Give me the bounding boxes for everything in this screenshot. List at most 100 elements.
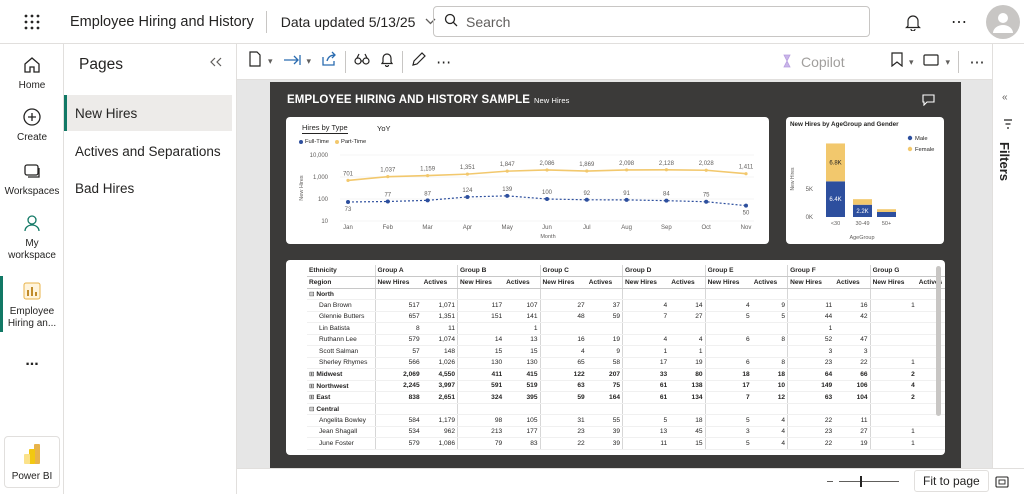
matrix-row[interactable]: Glennie Butters 657 1,351 151 141 48 59 7 27 5 5 44… [307,311,945,323]
matrix-cell-new-hires: 4 [622,299,670,312]
matrix-row[interactable]: Jean Shagall5349622131772339134534232712 [307,426,945,438]
matrix-cell-actives: 962 [421,426,458,438]
x-tick-label: Jun [542,225,552,231]
edit-button[interactable] [406,44,431,80]
fit-page-icon[interactable] [995,475,1009,493]
fit-to-page-button[interactable]: Fit to page [914,470,989,492]
matrix-header-actives: Actives [586,276,623,289]
matrix-row[interactable]: Ruthann Lee 579 1,074 14 13 16 19 4 4 6 8 52 47 [307,334,945,346]
rail-item-workspaces[interactable]: Workspaces [0,158,64,198]
zoom-slider-thumb[interactable] [860,476,862,487]
matrix-header-actives: Actives [751,276,788,289]
matrix-cell-new-hires: 63 [539,380,587,392]
comment-icon[interactable] [922,93,935,111]
view-button[interactable]: ▾ [918,44,955,80]
file-menu-button[interactable]: ▾ [243,44,278,80]
matrix-row[interactable]: Dan Brown5171,071117107273741449111612 [307,299,945,312]
data-point-part-time [545,168,549,172]
page-item-new-hires[interactable]: New Hires [64,95,232,131]
region-name: North [316,290,334,298]
data-point-full-time [505,193,510,198]
matrix-cell-actives: 13 [504,334,541,346]
zoom-slider[interactable] [839,481,899,482]
binoculars-icon [354,52,370,71]
matrix-row-label: ⊟ North [307,288,375,300]
search-box[interactable]: Search [433,6,870,37]
subscribe-button[interactable] [375,44,399,80]
matrix-cell-actives: 9 [586,345,623,358]
data-point-part-time [465,172,469,176]
y-axis-title: New Hires [790,167,796,191]
toolbar-more-icon[interactable]: ⋯ [431,44,456,80]
arrow-right-icon [283,53,301,71]
collapse-pages-icon[interactable] [210,55,222,70]
page-item-bad-hires[interactable]: Bad Hires [64,170,232,206]
matrix-cell-new-hires: 16 [539,334,587,346]
matrix-row-label: Lin Batista [307,322,375,335]
matrix-region-row[interactable]: ⊟ Central [307,403,945,415]
data-label-part-time: 1,847 [500,162,516,168]
matrix-region-row[interactable]: ⊞ East8382,65132439559164611347126310424 [307,391,945,404]
matrix-cell-new-hires: 1 [869,299,917,312]
more-options-icon[interactable]: ⋯ [936,0,982,44]
data-point-part-time [625,168,629,172]
rail-item-employee-hiring[interactable]: Employee Hiring an... [0,278,64,330]
zoom-out-icon[interactable] [827,481,833,482]
bookmark-button[interactable]: ▾ [886,44,919,80]
data-label-part-time: 701 [343,171,354,177]
matrix-region-row[interactable]: ⊟ North [307,288,945,300]
matrix-cell-new-hires: 22 [787,414,835,427]
matrix-cell-new-hires: 17 [622,357,670,369]
matrix-row[interactable]: Angelita Bowley 584 1,179 98 105 31 55 5 18 5 4 22 1… [307,414,945,427]
matrix-region-row[interactable]: ⊞ Northwest 2,245 3,997 591 519 63 75 61 138 17 10… [307,380,945,392]
matrix-row[interactable]: Lin Batista 8 11 1 1 [307,322,945,335]
matrix-scrollbar[interactable] [936,266,941,416]
notifications-bell-icon[interactable] [890,0,936,44]
toolbar-more-right-icon[interactable]: ⋯ [962,44,992,80]
expand-filters-icon[interactable]: « [1002,92,1008,103]
page-item-actives-separations[interactable]: Actives and Separations [64,133,232,169]
matrix-cell-actives: 207 [586,368,623,381]
matrix-region-row[interactable]: ⊞ Midwest 2,069 4,550 411 415 122 207 33 80 18 18 6… [307,368,945,381]
data-label-full-time: 87 [424,191,431,197]
filters-pane[interactable]: « Filters [992,44,1024,468]
export-menu-button[interactable]: ▾ [278,44,317,80]
region-name: Northwest [316,382,349,390]
legend-label-female: Female [915,147,934,153]
matrix-cell-actives: 1,086 [421,437,458,450]
rail-item-create[interactable]: Create [0,104,64,144]
matrix-row[interactable]: Scott Salman 57 148 15 15 4 9 1 1 3 3 [307,345,945,358]
matrix-cell-new-hires [457,288,505,300]
matrix-cell-actives: 80 [669,368,706,381]
rail-item-my-workspace[interactable]: My workspace [0,210,64,262]
share-button[interactable] [316,44,342,80]
matrix-cell-new-hires: 4 [869,380,917,392]
matrix-cell-new-hires: 22 [539,437,587,450]
matrix-header-actives: Actives [504,276,541,289]
matrix-cell-actives [751,403,788,415]
x-tick-label: Apr [463,225,472,231]
matrix-cell-new-hires: 5 [704,437,752,450]
x-tick-label: 50+ [882,221,891,227]
rail-more-icon[interactable]: ... [0,352,64,370]
matrix-cell-new-hires: 584 [374,414,422,427]
matrix-cell-new-hires: 23 [787,426,835,438]
rail-item-home[interactable]: Home [0,52,64,92]
data-updated-label: Data updated 5/13/25 [280,13,416,30]
matrix-row[interactable]: Sherley Rhymes 566 1,026 130 130 65 58 17 19 6 8 23… [307,357,945,369]
app-launcher-icon[interactable] [0,0,64,44]
avatar[interactable] [986,5,1020,39]
matrix-cell-actives: 8 [751,357,788,369]
matrix-cell-new-hires: 98 [457,414,505,427]
matrix-row[interactable]: June Foster5791,08679832239111554221912 [307,437,945,450]
data-updated-dropdown[interactable]: Data updated 5/13/25 [267,14,437,30]
copilot-button[interactable]: Copilot [779,44,845,80]
matrix-cell-new-hires: 17 [704,380,752,392]
power-bi-switcher[interactable]: Power BI [4,436,60,488]
region-name: East [316,394,331,402]
matrix-cell-new-hires: 52 [787,334,835,346]
matrix-cell-actives: 12 [751,391,788,404]
app-title[interactable]: Employee Hiring and History [64,10,267,33]
matrix-cell-actives [834,403,871,415]
binoculars-button[interactable] [349,44,375,80]
